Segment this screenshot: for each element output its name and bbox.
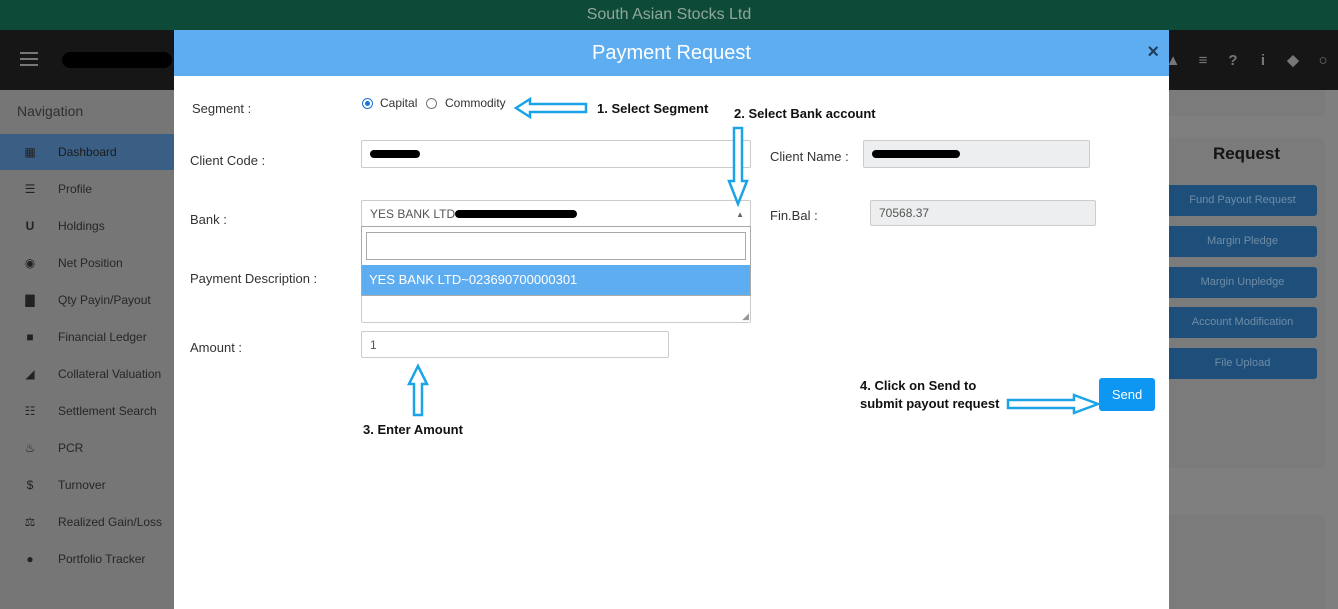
sidebar-item-settlement-search[interactable]: ☷ Settlement Search xyxy=(0,393,174,429)
amount-input[interactable]: 1 xyxy=(361,331,669,358)
redacted-client-code xyxy=(370,150,420,158)
list-detail-icon: ☷ xyxy=(24,404,36,418)
sidebar-item-label: Settlement Search xyxy=(58,404,157,418)
arrow-right-icon xyxy=(1006,393,1102,415)
bank-label: Bank : xyxy=(190,212,227,227)
bank-select[interactable]: YES BANK LTD ▲ xyxy=(361,200,751,227)
sidebar-item-label: Holdings xyxy=(58,219,105,233)
annotation-step4-line2: submit payout request xyxy=(860,396,1000,411)
bar-chart-icon: ▇ xyxy=(25,293,35,307)
right-bottom-card xyxy=(1168,515,1325,609)
right-top-card xyxy=(1168,90,1325,116)
help-icon[interactable]: ? xyxy=(1218,52,1248,69)
client-code-label: Client Code : xyxy=(190,153,266,168)
sidebar-item-label: PCR xyxy=(58,441,84,455)
circle-icon: ◉ xyxy=(24,256,36,270)
modal-title: Payment Request xyxy=(174,30,1169,76)
arrow-left-icon xyxy=(513,96,588,120)
sidebar-item-label: Realized Gain/Loss xyxy=(58,515,163,529)
sidebar-item-label: Turnover xyxy=(58,478,106,492)
send-button[interactable]: Send xyxy=(1099,378,1155,411)
redacted-brand xyxy=(62,52,172,68)
annotation-step2: 2. Select Bank account xyxy=(734,106,876,121)
bank-search-input[interactable] xyxy=(366,232,746,260)
caret-up-icon: ▲ xyxy=(736,210,744,219)
sidebar-item-label: Profile xyxy=(58,182,93,196)
fin-bal-field: 70568.37 xyxy=(870,200,1096,226)
sidebar-item-label: Collateral Valuation xyxy=(58,367,162,381)
shield-icon[interactable]: ◆ xyxy=(1278,51,1308,69)
sidebar-item-label: Dashboard xyxy=(58,145,117,159)
margin-pledge-button[interactable]: Margin Pledge xyxy=(1168,226,1317,257)
holdings-icon: U xyxy=(25,219,35,233)
file-upload-button[interactable]: File Upload xyxy=(1168,348,1317,379)
payment-request-modal: Payment Request × Segment : Capital Comm… xyxy=(174,30,1169,609)
capital-radio[interactable] xyxy=(362,98,373,109)
info-icon[interactable]: i xyxy=(1248,52,1278,69)
client-code-input[interactable] xyxy=(361,140,751,168)
book-icon: ■ xyxy=(26,330,34,344)
sidebar-item-turnover[interactable]: $ Turnover xyxy=(0,467,174,503)
margin-unpledge-button[interactable]: Margin Unpledge xyxy=(1168,267,1317,298)
redacted-client-name xyxy=(872,150,960,158)
fund-payout-request-button[interactable]: Fund Payout Request xyxy=(1168,185,1317,216)
fin-bal-label: Fin.Bal : xyxy=(770,208,818,223)
sidebar: Navigation ▦ Dashboard ☰ Profile U Holdings… xyxy=(0,90,174,609)
commodity-radio[interactable] xyxy=(426,98,437,109)
client-name-label: Client Name : xyxy=(770,149,849,164)
account-modification-button[interactable]: Account Modification xyxy=(1168,307,1317,338)
app-title: South Asian Stocks Ltd xyxy=(0,0,1338,30)
list-icon: ☰ xyxy=(24,182,36,196)
sidebar-item-collateral-valuation[interactable]: ◢ Collateral Valuation xyxy=(0,356,174,392)
area-chart-icon: ◢ xyxy=(25,367,35,381)
payment-description-label: Payment Description : xyxy=(190,271,318,286)
annotation-step1: 1. Select Segment xyxy=(597,101,709,116)
sidebar-item-realized-gain-loss[interactable]: ⚖ Realized Gain/Loss xyxy=(0,504,174,540)
menu-lines-icon[interactable]: ≡ xyxy=(1188,52,1218,69)
capital-label: Capital xyxy=(380,96,418,110)
arrow-down-icon xyxy=(727,126,749,208)
sidebar-item-pcr[interactable]: ♨ PCR xyxy=(0,430,174,466)
amount-label: Amount : xyxy=(190,340,243,355)
scale-icon: ⚖ xyxy=(24,515,36,529)
sidebar-item-net-position[interactable]: ◉ Net Position xyxy=(0,245,174,281)
dashboard-icon: ▦ xyxy=(24,145,36,159)
bank-selected-value: YES BANK LTD xyxy=(370,206,456,221)
arrow-up-icon xyxy=(406,363,430,417)
sidebar-item-label: Qty Payin/Payout xyxy=(58,293,151,307)
resize-handle-icon[interactable]: ◢ xyxy=(742,311,749,322)
dollar-icon: $ xyxy=(26,478,34,492)
map-pin-icon: ● xyxy=(26,552,34,566)
hamburger-menu-icon[interactable] xyxy=(20,52,38,66)
sidebar-item-qty-payin-payout[interactable]: ▇ Qty Payin/Payout xyxy=(0,282,174,318)
bank-dropdown: YES BANK LTD~023690700000301 xyxy=(361,226,751,296)
navbar-icons: ▲ ≡ ? i ◆ ○ xyxy=(1158,48,1338,72)
sidebar-item-label: Portfolio Tracker xyxy=(58,552,146,566)
fire-icon: ♨ xyxy=(24,441,36,455)
sidebar-item-holdings[interactable]: U Holdings xyxy=(0,208,174,244)
sidebar-item-dashboard[interactable]: ▦ Dashboard xyxy=(0,134,174,170)
sidebar-item-label: Net Position xyxy=(58,256,123,270)
request-title: Request xyxy=(1212,144,1281,163)
redacted-bank-account xyxy=(455,209,578,218)
commodity-label: Commodity xyxy=(445,96,506,110)
client-name-field xyxy=(863,140,1090,168)
payment-description-input[interactable]: ◢ xyxy=(361,292,751,323)
power-icon[interactable]: ○ xyxy=(1308,52,1338,69)
sidebar-item-profile[interactable]: ☰ Profile xyxy=(0,171,174,207)
bank-option[interactable]: YES BANK LTD~023690700000301 xyxy=(362,265,750,295)
sidebar-item-financial-ledger[interactable]: ■ Financial Ledger xyxy=(0,319,174,355)
segment-label: Segment : xyxy=(192,101,252,116)
annotation-step4-line1: 4. Click on Send to xyxy=(860,378,977,393)
close-icon[interactable]: × xyxy=(1147,42,1159,62)
annotation-step3: 3. Enter Amount xyxy=(363,422,463,437)
sidebar-title: Navigation xyxy=(17,103,84,119)
sidebar-item-label: Financial Ledger xyxy=(58,330,147,344)
sidebar-item-portfolio-tracker[interactable]: ● Portfolio Tracker xyxy=(0,541,174,577)
